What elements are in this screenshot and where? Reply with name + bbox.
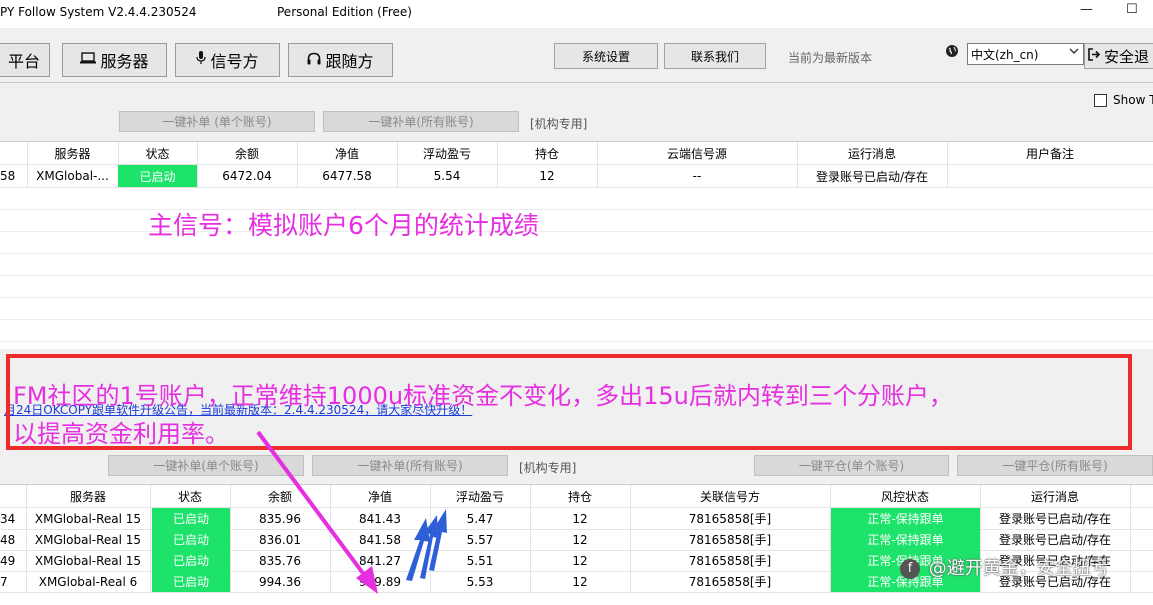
watermark-text: @避开黄金，安全扭亏 <box>928 558 1109 579</box>
blue-arrow-icon <box>406 509 447 581</box>
annotation-arrows <box>256 430 447 594</box>
weibo-logo-icon: f <box>900 559 920 579</box>
magenta-arrow-icon <box>256 430 378 594</box>
watermark: f @避开黄金，安全扭亏 <box>900 554 1109 580</box>
